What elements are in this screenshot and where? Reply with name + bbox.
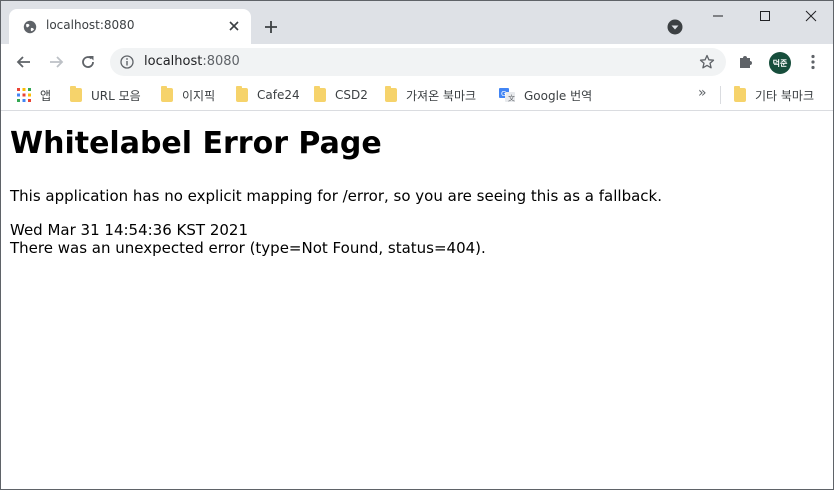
page-title: Whitelabel Error Page bbox=[10, 126, 382, 161]
new-tab-icon[interactable] bbox=[261, 17, 281, 37]
maximize-icon[interactable] bbox=[752, 5, 778, 27]
svg-text:G: G bbox=[501, 90, 506, 98]
google-translate-icon: G 文 bbox=[499, 88, 515, 103]
more-vert-icon[interactable] bbox=[805, 53, 821, 71]
profile-avatar[interactable]: 덕준 bbox=[769, 52, 791, 74]
bookmarks-bar: 앱 URL 모음 이지픽 Cafe24 CSD2 가져온 북마크 G 文 Goo… bbox=[1, 80, 833, 111]
bookmark-label: Cafe24 bbox=[257, 88, 300, 102]
folder-icon bbox=[236, 86, 248, 102]
url-port: :8080 bbox=[202, 54, 240, 69]
back-arrow-icon[interactable] bbox=[14, 52, 34, 72]
close-icon[interactable] bbox=[226, 18, 242, 34]
bookmark-apps[interactable]: 앱 bbox=[17, 86, 51, 104]
forward-arrow-icon[interactable] bbox=[46, 52, 66, 72]
folder-icon bbox=[734, 86, 746, 102]
bookmark-label: 앱 bbox=[40, 88, 52, 103]
globe-icon bbox=[23, 20, 37, 34]
extensions-puzzle-icon[interactable] bbox=[737, 52, 755, 70]
toolbar: localhost:8080 bbox=[1, 44, 833, 80]
address-bar[interactable]: localhost:8080 bbox=[110, 48, 726, 76]
folder-icon bbox=[385, 86, 397, 102]
bookmark-cafe24[interactable]: Cafe24 bbox=[236, 86, 300, 104]
info-icon[interactable] bbox=[120, 55, 134, 69]
star-icon[interactable] bbox=[699, 54, 715, 70]
bookmark-label: CSD2 bbox=[335, 88, 368, 102]
bookmark-google-translate[interactable]: G 文 Google 번역 bbox=[499, 86, 592, 104]
bookmarks-overflow-button[interactable]: » bbox=[698, 85, 707, 101]
reload-icon[interactable] bbox=[78, 52, 98, 72]
bookmarks-divider bbox=[720, 86, 721, 104]
page-content: Whitelabel Error Page This application h… bbox=[1, 112, 833, 489]
folder-icon bbox=[161, 86, 173, 102]
url-host: localhost bbox=[144, 54, 203, 69]
svg-text:文: 文 bbox=[508, 94, 515, 103]
bookmark-csd2[interactable]: CSD2 bbox=[314, 86, 368, 104]
tab-strip: localhost:8080 bbox=[1, 1, 833, 44]
folder-icon bbox=[314, 86, 326, 102]
error-description: This application has no explicit mapping… bbox=[10, 187, 662, 205]
bookmark-url-collection[interactable]: URL 모음 bbox=[70, 86, 141, 104]
tab-active[interactable]: localhost:8080 bbox=[9, 9, 251, 44]
bookmark-easypick[interactable]: 이지픽 bbox=[161, 86, 215, 104]
tab-title: localhost:8080 bbox=[46, 18, 135, 32]
apps-grid-icon bbox=[17, 88, 31, 102]
window-close-icon[interactable] bbox=[798, 5, 824, 27]
url-text[interactable]: localhost:8080 bbox=[144, 54, 240, 69]
error-timestamp: Wed Mar 31 14:54:36 KST 2021 bbox=[10, 221, 248, 239]
bookmark-label: Google 번역 bbox=[524, 88, 593, 103]
bookmark-other[interactable]: 기타 북마크 bbox=[734, 86, 814, 104]
browser-window: localhost:8080 localhost:8080 덕준 앱 URL 모… bbox=[0, 0, 834, 490]
folder-icon bbox=[70, 86, 82, 102]
tab-search-icon[interactable] bbox=[666, 18, 684, 36]
minimize-icon[interactable] bbox=[705, 5, 731, 27]
bookmark-label: URL 모음 bbox=[91, 88, 141, 103]
bookmark-imported[interactable]: 가져온 북마크 bbox=[385, 86, 476, 104]
error-detail: There was an unexpected error (type=Not … bbox=[10, 239, 486, 257]
bookmark-label: 이지픽 bbox=[182, 88, 216, 103]
bookmark-label: 기타 북마크 bbox=[755, 88, 815, 103]
bookmark-label: 가져온 북마크 bbox=[406, 88, 477, 103]
